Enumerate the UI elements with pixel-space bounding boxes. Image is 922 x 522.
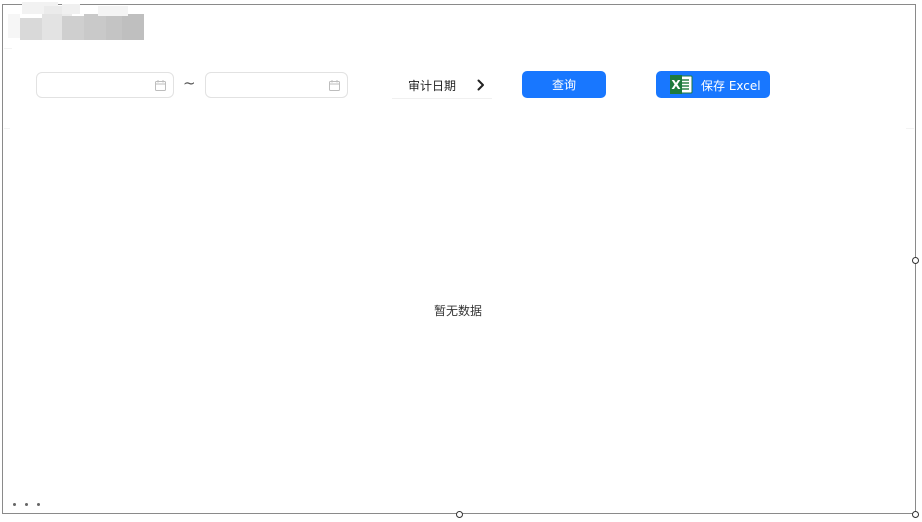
divider xyxy=(4,128,10,129)
end-date-input[interactable] xyxy=(206,73,347,97)
empty-state-text: 暂无数据 xyxy=(433,304,482,318)
chevron-right-icon xyxy=(477,79,484,91)
audit-date-selector[interactable]: 审计日期 xyxy=(392,72,492,99)
audit-date-label: 审计日期 xyxy=(408,79,457,93)
more-dots-icon xyxy=(13,503,43,509)
resize-handle-right[interactable] xyxy=(912,257,919,264)
start-date-picker[interactable] xyxy=(36,72,174,98)
save-excel-button[interactable]: X 保存 Excel xyxy=(656,71,770,98)
resize-handle-bottom[interactable] xyxy=(456,511,463,518)
divider xyxy=(906,128,914,129)
svg-text:X: X xyxy=(671,78,681,92)
resize-handle-corner[interactable] xyxy=(912,511,919,518)
end-date-picker[interactable] xyxy=(205,72,348,98)
calendar-icon[interactable] xyxy=(155,80,166,91)
excel-icon: X xyxy=(670,75,693,94)
date-range-separator: ~ xyxy=(183,74,196,92)
save-excel-label: 保存 Excel xyxy=(701,79,761,93)
query-button[interactable]: 查询 xyxy=(522,71,606,98)
divider xyxy=(4,48,12,49)
blurred-logo xyxy=(8,0,144,42)
start-date-input[interactable] xyxy=(37,73,173,97)
calendar-icon[interactable] xyxy=(329,80,340,91)
